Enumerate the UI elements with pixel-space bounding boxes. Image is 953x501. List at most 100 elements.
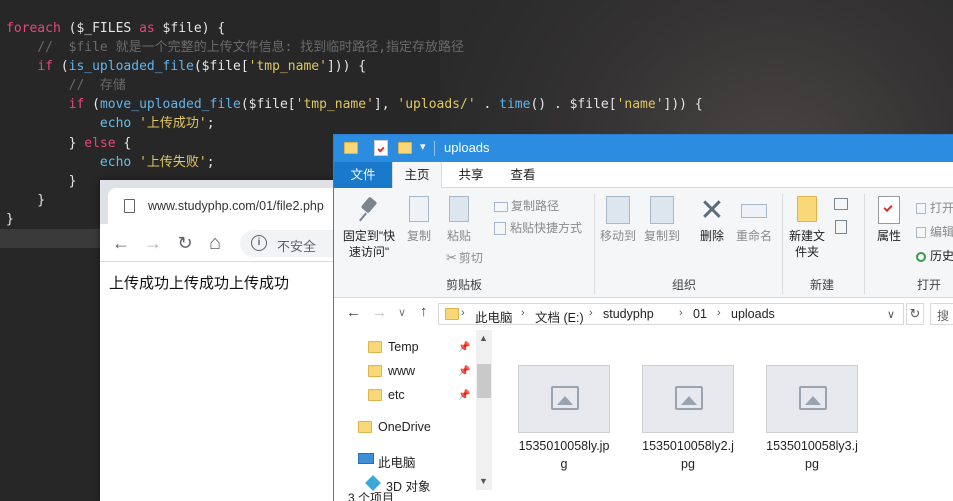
copy-path-button[interactable]: 复制路径 (494, 198, 559, 214)
code-line[interactable]: if (is_uploaded_file($file['tmp_name']))… (6, 57, 703, 76)
new-folder-button[interactable]: 新建文件夹 (788, 196, 826, 260)
image-thumbnail (642, 365, 734, 433)
address-dropdown[interactable]: ∨ (887, 308, 895, 321)
breadcrumb-item[interactable]: 此电脑 (475, 307, 513, 326)
copy-to-label: 复制到 (643, 229, 680, 243)
breadcrumb-separator[interactable]: › (717, 307, 721, 319)
image-thumbnail (766, 365, 858, 433)
open-button[interactable]: 打开 (916, 200, 953, 216)
title-divider (434, 141, 435, 156)
breadcrumb-separator[interactable]: › (461, 307, 465, 319)
easy-access-icon (835, 220, 847, 234)
pin-icon[interactable]: 📌 (458, 366, 470, 377)
nav-item[interactable]: Temp 📌 (334, 338, 476, 358)
file-item[interactable]: 1535010058ly2.jpg (636, 365, 740, 473)
browser-tab[interactable]: www.studyphp.com/01/file2.php (108, 188, 340, 224)
nav-item-label: etc (388, 388, 405, 402)
scroll-up-arrow[interactable]: ▲ (479, 333, 488, 343)
back-button[interactable]: ← (110, 232, 132, 254)
code-token: $file) { (154, 21, 226, 36)
folder-icon (344, 142, 358, 154)
code-line[interactable]: // 存储 (6, 76, 703, 95)
paste-button[interactable]: 粘贴 (442, 196, 476, 244)
file-name: 1535010058ly3.jpg (766, 439, 858, 471)
pin-icon[interactable]: 📌 (458, 390, 470, 401)
nav-item[interactable]: OneDrive (334, 418, 476, 438)
pin-icon[interactable]: 📌 (458, 342, 470, 353)
scroll-thumb[interactable] (477, 364, 491, 398)
recent-locations-button[interactable]: ∨ (398, 306, 406, 319)
properties-button[interactable]: 属性 (870, 196, 908, 244)
new-folder-quick-icon[interactable] (398, 142, 412, 154)
delete-icon: ✕ (699, 194, 725, 227)
breadcrumb-separator[interactable]: › (589, 307, 593, 319)
file-item[interactable]: 1535010058ly.jpg (512, 365, 616, 473)
cut-button[interactable]: ✂ 剪切 (446, 250, 483, 266)
scroll-down-arrow[interactable]: ▼ (479, 476, 488, 486)
breadcrumb-item[interactable]: 文档 (E:) (535, 307, 584, 326)
page-icon (124, 199, 135, 213)
breadcrumb-separator[interactable]: › (679, 307, 683, 319)
security-indicator[interactable]: 不安全 (277, 236, 316, 255)
reload-button[interactable]: ↻ (174, 232, 196, 254)
tab-home[interactable]: 主页 (392, 162, 442, 189)
history-button[interactable]: 历史 (916, 248, 953, 264)
breadcrumb-item[interactable]: studyphp (603, 307, 654, 321)
move-to-icon (606, 196, 630, 224)
nav-up-button[interactable]: ↑ (420, 303, 428, 320)
code-token: } (6, 135, 85, 151)
delete-label: 删除 (699, 229, 724, 243)
move-to-button[interactable]: 移动到 (598, 196, 638, 244)
copy-to-button[interactable]: 复制到 (642, 196, 682, 244)
code-line[interactable]: foreach ($_FILES as $file) { (6, 19, 703, 38)
breadcrumb-item[interactable]: 01 (693, 307, 707, 321)
nav-scrollbar[interactable]: ▲ ▼ (476, 330, 492, 490)
breadcrumb-separator[interactable]: › (521, 307, 525, 319)
copy-button[interactable]: 复制 (402, 196, 436, 244)
tab-view[interactable]: 查看 (498, 162, 548, 188)
nav-forward-button[interactable]: → (372, 304, 387, 321)
address-bar[interactable]: › 此电脑 › 文档 (E:) › studyphp › 01 › uploads ∨ (438, 303, 904, 325)
refresh-button[interactable]: ↻ (906, 303, 924, 325)
nav-item[interactable]: etc 📌 (334, 386, 476, 406)
code-line[interactable]: echo '上传成功'; (6, 114, 703, 133)
nav-item[interactable]: www 📌 (334, 362, 476, 382)
nav-back-button[interactable]: ← (346, 304, 361, 321)
breadcrumb-item[interactable]: uploads (731, 307, 775, 321)
new-item-icon (834, 198, 848, 210)
code-token: 'name' (616, 97, 664, 113)
properties-quick-icon[interactable] (374, 140, 388, 156)
paste-shortcut-button[interactable]: 粘贴快捷方式 (494, 220, 582, 236)
edit-button[interactable]: 编辑 (916, 224, 953, 240)
open-icon (916, 203, 926, 215)
history-label: 历史 (930, 249, 953, 263)
address-bar[interactable]: i 不安全 (240, 230, 340, 257)
nav-item-label: Temp (388, 340, 419, 354)
code-token: } (6, 211, 14, 227)
browser-tab-strip: www.studyphp.com/01/file2.php (100, 180, 340, 224)
file-name: 1535010058ly.jpg (518, 439, 610, 471)
paste-label: 粘贴 (446, 229, 471, 243)
delete-button[interactable]: ✕ 删除 (692, 196, 732, 244)
code-token: 'uploads/' (397, 97, 476, 113)
tab-share[interactable]: 共享 (446, 162, 496, 188)
file-item[interactable]: 1535010058ly3.jpg (760, 365, 864, 473)
rename-label: 重命名 (735, 229, 772, 243)
code-line[interactable]: // $file 就是一个完整的上传文件信息: 找到临时路径,指定存放路径 (6, 38, 703, 57)
image-placeholder-icon (551, 386, 579, 410)
easy-access-button[interactable] (830, 220, 852, 234)
nav-item[interactable]: 此电脑 (334, 450, 476, 470)
new-item-button[interactable] (830, 198, 852, 210)
tab-file[interactable]: 文件 (334, 162, 392, 188)
info-icon[interactable]: i (251, 235, 267, 251)
code-token: ; (206, 154, 215, 170)
rename-button[interactable]: 重命名 (734, 196, 774, 244)
search-input[interactable]: 搜 (930, 303, 953, 325)
code-line[interactable]: if (move_uploaded_file($file['tmp_name']… (6, 95, 703, 114)
quick-access-dropdown[interactable]: ▾ (420, 140, 426, 153)
code-token: '上传成功' (139, 116, 207, 132)
home-button[interactable]: ⌂ (204, 232, 226, 254)
pin-quick-access-button[interactable]: 固定到"快速访问" (338, 196, 400, 260)
forward-button[interactable]: → (142, 232, 164, 254)
